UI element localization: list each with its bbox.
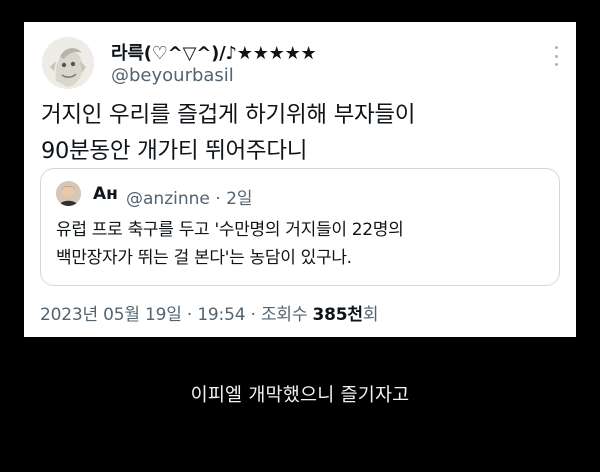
views-label: 조회수 xyxy=(260,305,308,325)
cartoon-character-avatar-icon xyxy=(42,37,94,89)
tweet-text: 거지인 우리를 즐겁게 하기위해 부자들이 90분동안 개가티 뛰어주다니 xyxy=(41,102,416,164)
quote-text: 유럽 프로 축구를 두고 '수만명의 거지들이 22명의 백만장자가 뛰는 걸 … xyxy=(56,220,404,268)
caption-text: 이피엘 개막했으니 즐기자고 xyxy=(190,385,410,406)
author-avatar[interactable] xyxy=(42,37,94,89)
tweet-date[interactable]: 2023년 05월 19일 xyxy=(40,305,182,325)
author-handle[interactable]: @beyourbasil xyxy=(111,65,234,86)
tweet-time[interactable]: 19:54 xyxy=(197,305,245,325)
more-options-icon[interactable] xyxy=(554,46,558,66)
quote-separator: · xyxy=(215,189,221,209)
author-display-name[interactable]: 라륵(♡^▽^)/♪★★★★★ xyxy=(111,39,317,65)
quote-author-handle-time[interactable]: @anzinne · 2일 xyxy=(126,184,253,209)
quote-author-handle[interactable]: @anzinne xyxy=(126,189,210,209)
quote-time[interactable]: 2일 xyxy=(226,189,252,209)
tweet-card: 라륵(♡^▽^)/♪★★★★★ @beyourbasil 거지인 우리를 즐겁게… xyxy=(24,22,576,337)
meta-separator: · xyxy=(186,305,193,325)
quoted-tweet[interactable]: Ан @anzinne · 2일 유럽 프로 축구를 두고 '수만명의 거지들이… xyxy=(40,168,560,286)
meta-separator: · xyxy=(250,305,256,325)
views-suffix: 회 xyxy=(362,305,379,325)
tweet-meta: 2023년 05월 19일 · 19:54 · 조회수 385천회 xyxy=(40,300,379,325)
views-count: 385천 xyxy=(312,305,364,325)
person-photo-avatar-icon xyxy=(56,181,81,206)
quote-author-avatar[interactable] xyxy=(56,181,81,206)
quote-author-name[interactable]: Ан xyxy=(93,184,118,204)
